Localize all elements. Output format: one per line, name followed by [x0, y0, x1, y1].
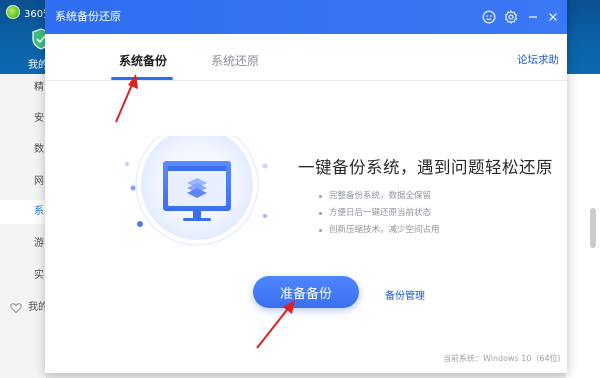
feature-item: 创新压缩技术，减少空间占用	[319, 222, 440, 239]
sidebar-item[interactable]: 安	[34, 109, 44, 129]
sidebar-item[interactable]: 游	[34, 234, 44, 254]
headline: 一键备份系统，遇到问题轻松还原	[298, 158, 553, 177]
feature-item: 完整备份系统，数据全保留	[319, 188, 440, 205]
dialog-title: 系统备份还原	[55, 10, 121, 23]
feature-list: 完整备份系统，数据全保留 方便日后一键还原当前状态 创新压缩技术，减少空间占用	[319, 188, 440, 239]
sidebar-item[interactable]: 精	[34, 78, 44, 98]
heart-icon	[10, 303, 22, 314]
tab-system-restore[interactable]: 系统还原	[211, 52, 259, 69]
close-icon[interactable]	[545, 9, 561, 25]
forum-help-link[interactable]: 论坛求助	[517, 52, 559, 67]
backup-management-link[interactable]: 备份管理	[385, 287, 425, 302]
sidebar-item[interactable]: 实	[34, 266, 44, 286]
sidebar-item[interactable]: 网	[34, 172, 44, 192]
tab-system-backup[interactable]: 系统备份	[119, 52, 167, 69]
backup-restore-dialog: 系统备份还原 系统备份 系统还原 论坛求助 一键备份系统，遇到问题轻松还原 完整…	[45, 0, 567, 373]
feature-item: 方便日后一键还原当前状态	[319, 205, 440, 222]
sidebar-item-label: 系	[34, 206, 44, 217]
minimize-icon[interactable]	[525, 9, 541, 25]
prepare-backup-button[interactable]: 准备备份	[253, 276, 359, 308]
feedback-icon[interactable]	[481, 9, 497, 25]
sidebar-item[interactable]: 数	[34, 140, 44, 160]
background-sidebar: 精 安 数 网 系 游 实	[0, 74, 47, 378]
current-system-info: 当前系统：Windows 10（64位）	[443, 354, 566, 363]
settings-icon[interactable]	[503, 9, 519, 25]
active-tab-indicator	[111, 77, 173, 80]
screen: 360安全 我的 精 安 数 网 系 游 实 我的 系统备份还原 系统备份 系统…	[0, 0, 600, 378]
background-scrollbar[interactable]	[590, 208, 596, 248]
app-logo-icon	[6, 5, 20, 19]
sidebar-item-active[interactable]: 系	[0, 200, 46, 224]
dialog-header: 系统备份还原	[45, 0, 567, 34]
computer-layers-icon	[125, 136, 268, 246]
dialog-tabs: 系统备份 系统还原 论坛求助	[45, 34, 567, 81]
